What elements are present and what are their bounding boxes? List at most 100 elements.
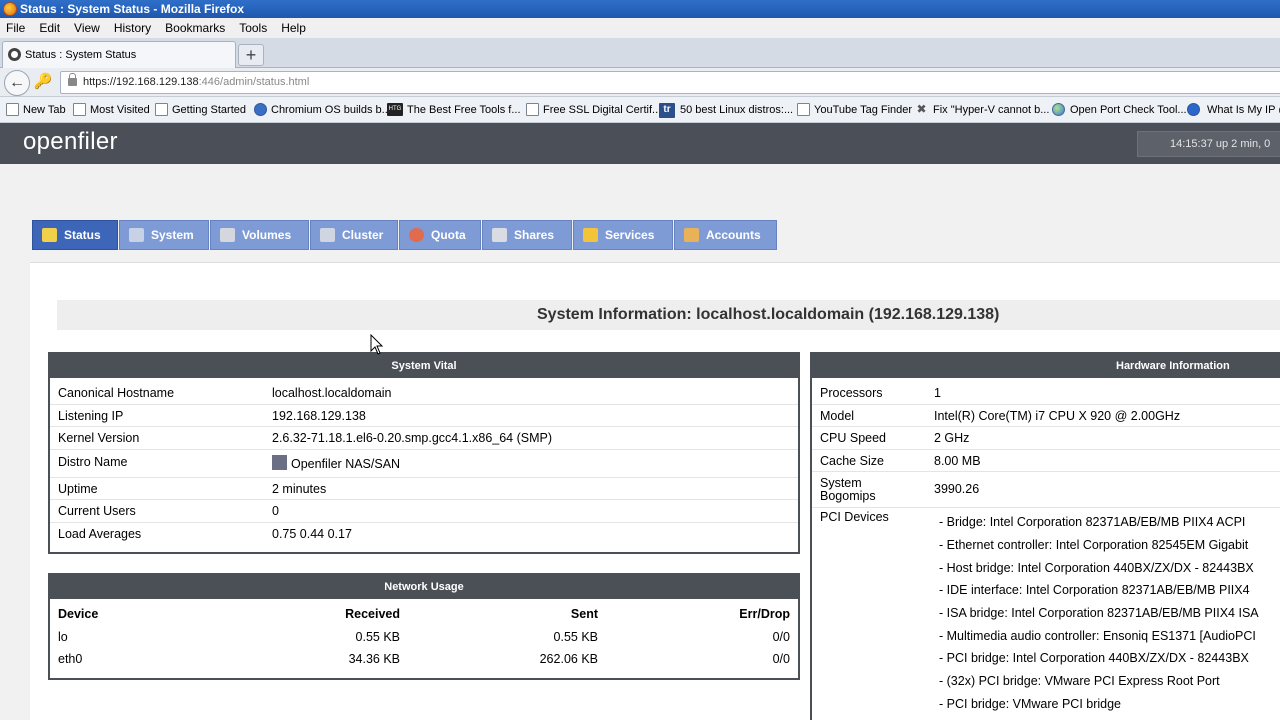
pci-device-item: - Host bridge: Intel Corporation 440BX/Z…	[939, 561, 1254, 576]
bookmark-youtube-tag-finder[interactable]: YouTube Tag Finder	[797, 102, 912, 118]
row-value: Openfiler NAS/SAN	[272, 452, 400, 476]
page-title: System Information: localhost.localdomai…	[537, 306, 1000, 323]
row-value: Intel(R) Core(TM) i7 CPU X 920 @ 2.00GHz	[934, 408, 1181, 423]
menu-tools[interactable]: Tools	[233, 18, 273, 38]
network-usage-box: Network Usage Device Received Sent Err/D…	[48, 573, 800, 680]
bookmark-most-visited[interactable]: Most Visited	[73, 102, 150, 118]
status-panel: System Information: localhost.localdomai…	[30, 262, 1280, 720]
tab-label: Volumes	[242, 228, 292, 242]
pci-device-item: - PCI bridge: Intel Corporation 440BX/ZX…	[939, 651, 1249, 666]
row-value: 2 GHz	[934, 431, 970, 446]
lightning-icon	[583, 228, 598, 242]
pci-device-item: - PCI bridge: VMware PCI bridge	[939, 697, 1122, 712]
bookmark-open-port-check[interactable]: Open Port Check Tool...	[1052, 102, 1187, 118]
menu-view[interactable]: View	[68, 18, 106, 38]
row-key: System Bogomips	[820, 477, 876, 503]
openfiler-distro-icon	[272, 454, 287, 470]
menu-help[interactable]: Help	[275, 18, 312, 38]
page-icon	[526, 103, 539, 116]
tab-strip: Status : System Status +	[0, 38, 1280, 68]
menu-bookmarks[interactable]: Bookmarks	[159, 18, 231, 38]
menu-file[interactable]: File	[0, 18, 31, 38]
bookmark-best-free-tools[interactable]: HTG The Best Free Tools f...	[387, 102, 521, 118]
x-logo-icon: ✖	[916, 102, 927, 116]
url-host: https://192.168.129.138	[83, 76, 199, 88]
browser-tab-title: Status : System Status	[25, 49, 137, 61]
firefox-logo-icon	[3, 2, 17, 16]
tab-volumes[interactable]: Volumes	[210, 220, 309, 250]
pci-devices-row: PCI Devices - Bridge: Intel Corporation …	[812, 508, 1280, 712]
row-value: 0.75 0.44 0.17	[272, 526, 352, 541]
pci-device-item: - (32x) PCI bridge: VMware PCI Express R…	[939, 674, 1220, 689]
u-logo-icon	[1187, 103, 1200, 116]
system-info-title: System Information: localhost.localdomai…	[57, 300, 1280, 330]
bookmark-free-ssl[interactable]: Free SSL Digital Certif...	[526, 102, 661, 118]
row-value: 192.168.129.138	[272, 408, 366, 423]
menu-history[interactable]: History	[108, 18, 157, 38]
bookmark-label: Free SSL Digital Certif...	[543, 104, 662, 116]
row-value: 1	[934, 386, 941, 400]
table-row: Canonical Hostname localhost.localdomain	[50, 382, 798, 405]
browser-tab-status[interactable]: Status : System Status	[2, 41, 236, 68]
row-key: Processors	[820, 386, 883, 400]
openfiler-favicon-icon	[8, 48, 21, 61]
mouse-cursor-icon	[370, 334, 384, 355]
table-row: Load Averages 0.75 0.44 0.17	[50, 523, 798, 546]
row-key: Uptime	[58, 481, 98, 496]
page-icon	[155, 103, 168, 116]
tab-status[interactable]: Status	[32, 220, 118, 250]
tab-system[interactable]: System	[119, 220, 209, 250]
table-row: Kernel Version 2.6.32-71.18.1.el6-0.20.sm…	[50, 427, 798, 450]
col-device: Device	[58, 607, 99, 621]
table-header-row: Device Received Sent Err/Drop	[50, 603, 798, 626]
new-tab-button[interactable]: +	[238, 44, 264, 66]
col-err-drop: Err/Drop	[739, 607, 790, 621]
bookmark-label: 50 best Linux distros:...	[680, 104, 794, 116]
tab-accounts[interactable]: Accounts	[674, 220, 777, 250]
bookmark-new-tab[interactable]: New Tab	[6, 102, 66, 118]
shares-icon	[492, 228, 507, 242]
row-key: Listening IP	[58, 408, 124, 423]
back-button[interactable]: ←	[4, 70, 30, 96]
pci-device-item: - Ethernet controller: Intel Corporation…	[939, 538, 1249, 553]
menu-bar: File Edit View History Bookmarks Tools Help	[0, 18, 1280, 38]
bookmark-label: Chromium OS builds b...	[271, 104, 391, 116]
tab-label: Quota	[431, 228, 466, 242]
pci-device-item: - IDE interface: Intel Corporation 82371…	[939, 583, 1250, 598]
network-usage-header: Network Usage	[50, 575, 798, 599]
status-icon	[42, 228, 57, 242]
table-row: CPU Speed 2 GHz	[812, 427, 1280, 450]
tab-shares[interactable]: Shares	[482, 220, 572, 250]
tab-quota[interactable]: Quota	[399, 220, 481, 250]
bookmark-linux-distros[interactable]: tr 50 best Linux distros:...	[659, 102, 793, 118]
openfiler-logo[interactable]: openfiler	[23, 128, 118, 156]
system-vital-box: System Vital Canonical Hostname localhost…	[48, 352, 800, 554]
bookmark-chromium-os[interactable]: Chromium OS builds b...	[254, 102, 391, 118]
row-key: CPU Speed	[820, 431, 887, 446]
row-key: PCI Devices	[820, 510, 889, 525]
table-row: Model Intel(R) Core(TM) i7 CPU X 920 @ 2.…	[812, 405, 1280, 428]
navigation-bar: ← 🔑 https://192.168.129.138:446/admin/st…	[0, 68, 1280, 97]
page-content: Status System Volumes Cluster Quota Shar…	[0, 164, 1280, 720]
bookmark-fix-hyper-v[interactable]: ✖ Fix "Hyper-V cannot b...	[915, 102, 1049, 118]
row-value: 2 minutes	[272, 481, 327, 496]
tab-cluster[interactable]: Cluster	[310, 220, 398, 250]
table-row: Processors 1	[812, 382, 1280, 405]
bookmark-what-is-my-ip[interactable]: What Is My IP @	[1187, 102, 1280, 118]
bookmark-label: The Best Free Tools f...	[407, 104, 521, 116]
system-vital-header: System Vital	[50, 354, 798, 378]
bookmark-getting-started[interactable]: Getting Started	[155, 102, 246, 118]
row-key: Kernel Version	[58, 431, 140, 446]
row-value: 3990.26	[934, 482, 980, 497]
cell-err-drop: 0/0	[772, 652, 790, 667]
row-key-line: Bogomips	[820, 489, 876, 504]
key-icon[interactable]: 🔑	[33, 72, 53, 92]
url-bar[interactable]: https://192.168.129.138:446/admin/status…	[60, 71, 1280, 94]
table-row: Current Users 0	[50, 500, 798, 523]
window-title: Status : System Status - Mozilla Firefox	[20, 2, 245, 16]
tab-services[interactable]: Services	[573, 220, 673, 250]
menu-edit[interactable]: Edit	[33, 18, 66, 38]
hardware-info-header: Hardware Information	[812, 354, 1280, 378]
bookmarks-bar: New Tab Most Visited Getting Started Chr…	[0, 97, 1280, 123]
bookmark-label: Most Visited	[90, 104, 150, 116]
